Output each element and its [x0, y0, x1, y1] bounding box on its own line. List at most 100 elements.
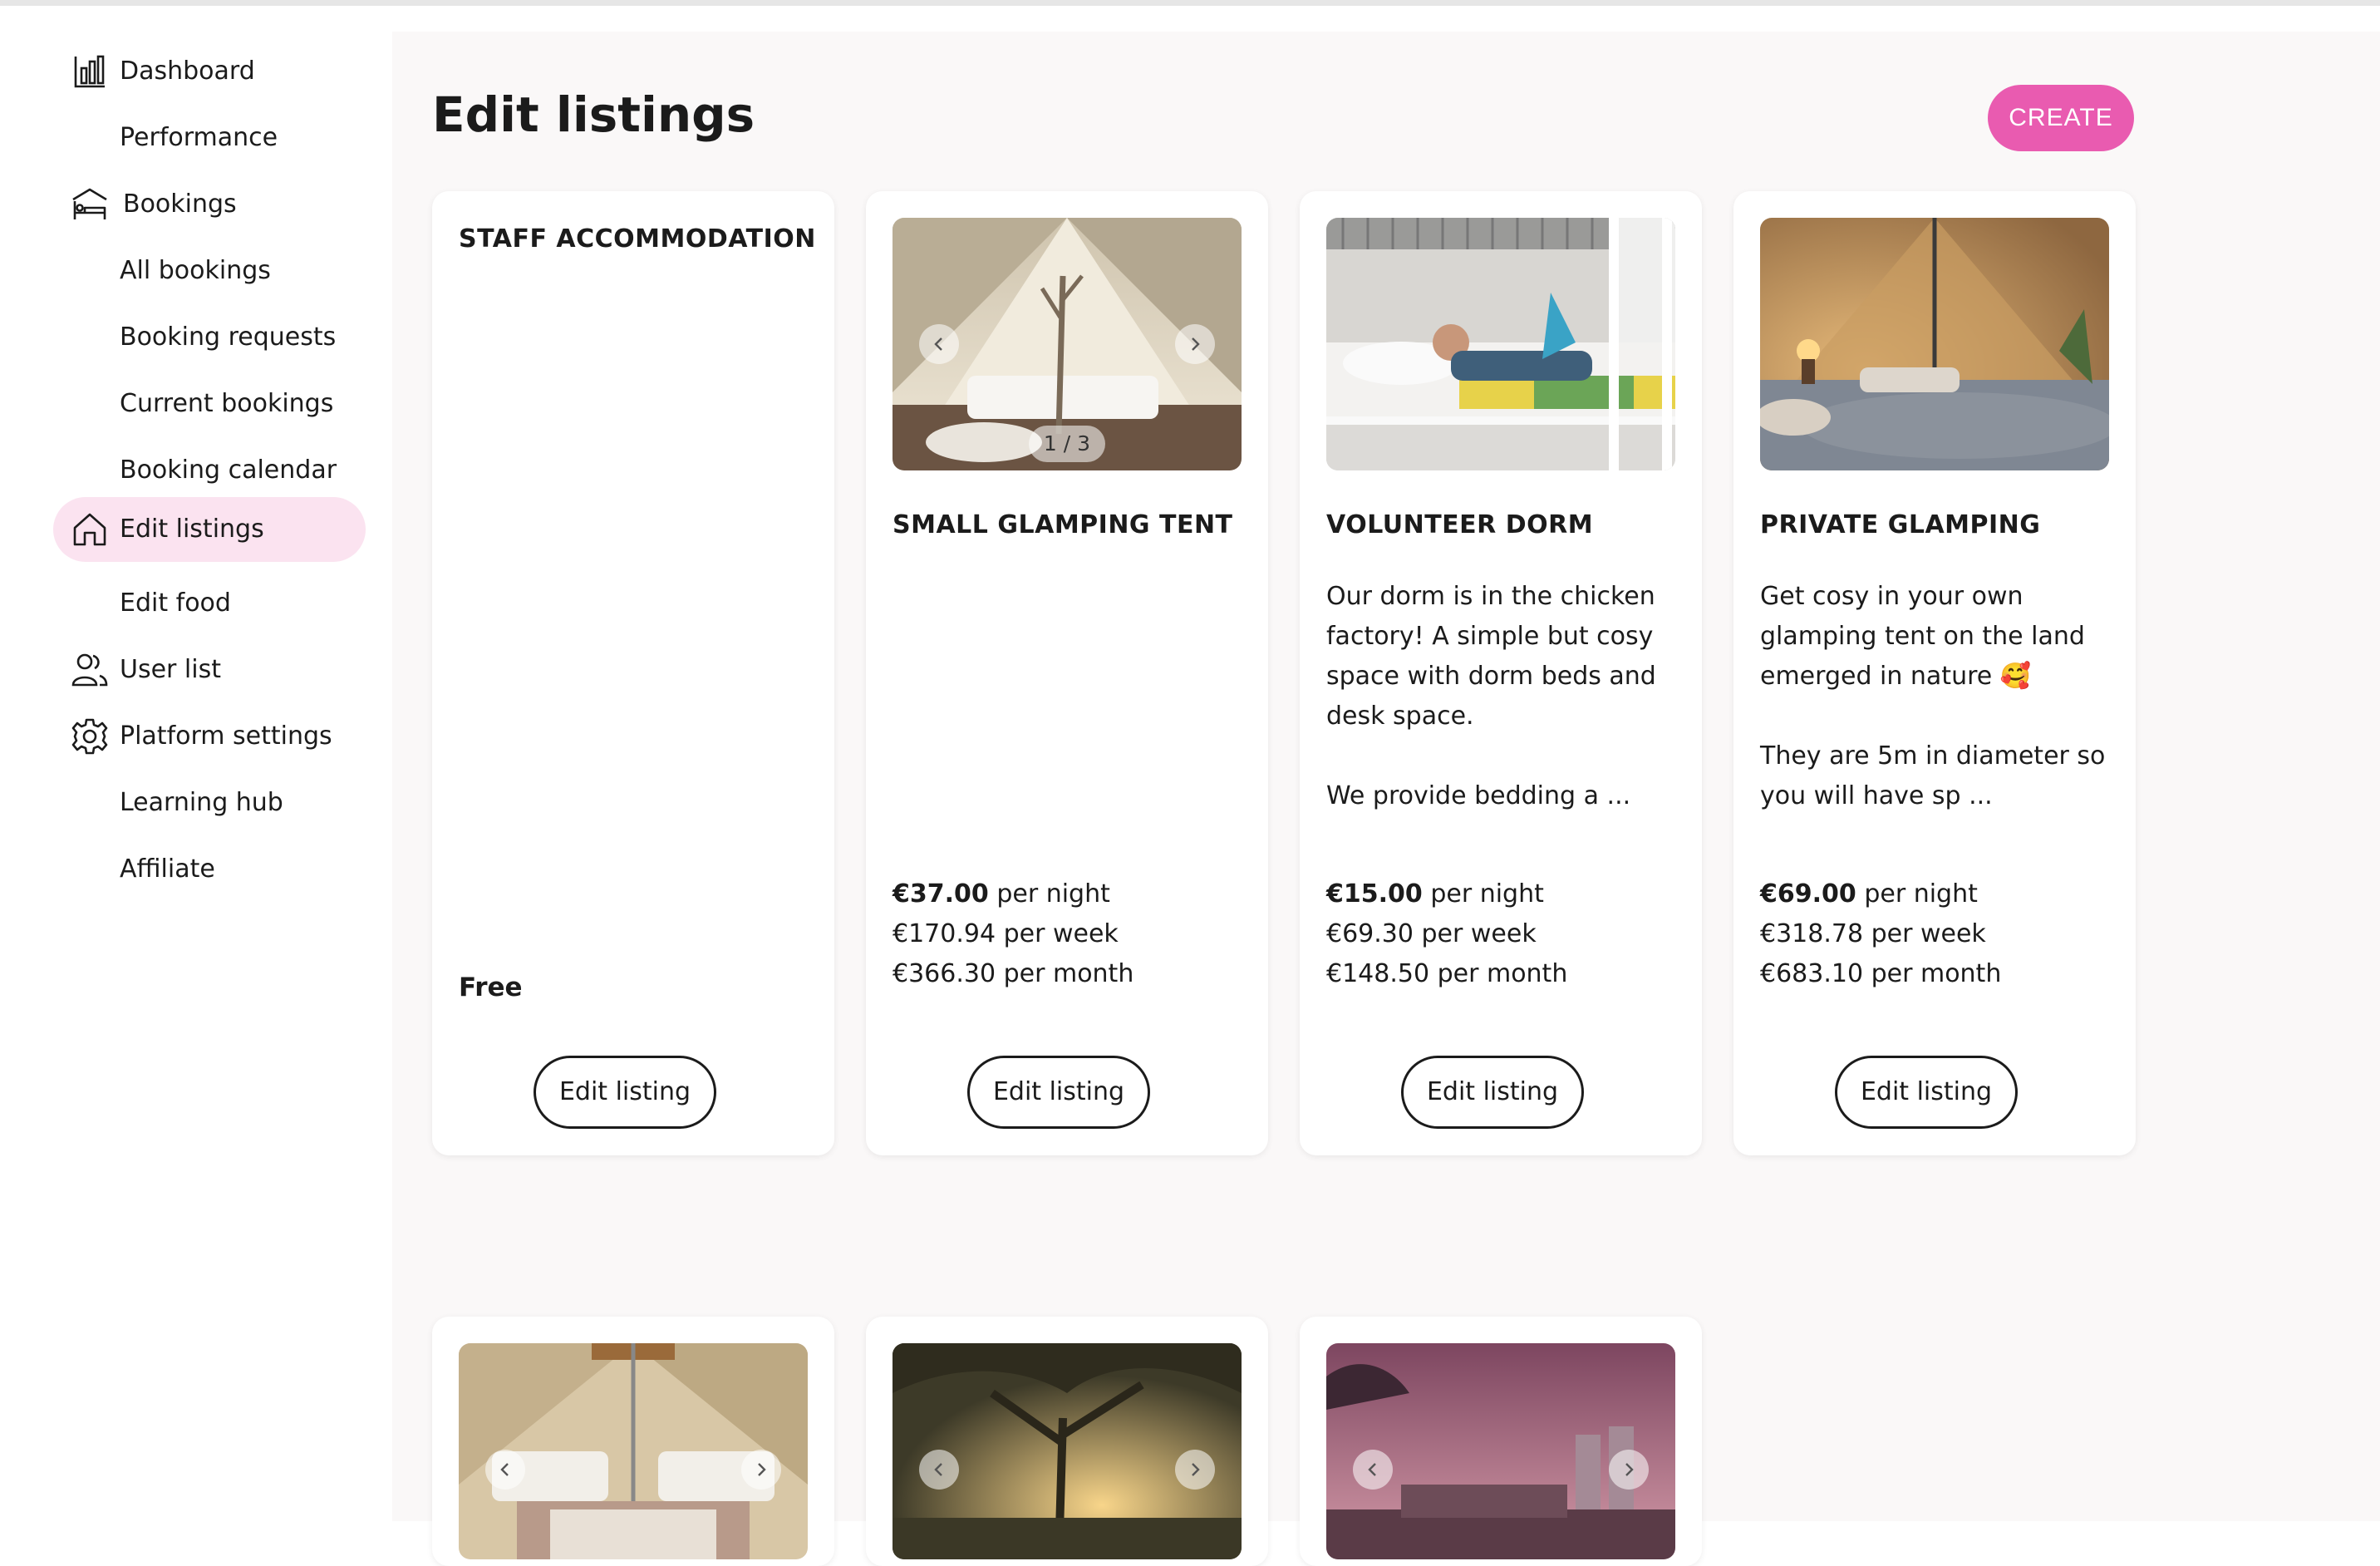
- price-night-value: €37.00: [893, 879, 989, 909]
- photo-prev-button[interactable]: [485, 1450, 525, 1490]
- chevron-right-icon: [758, 1463, 766, 1476]
- description-paragraph: Get cosy in your own glamping tent on th…: [1760, 582, 2085, 691]
- listing-photo: [893, 1343, 1242, 1559]
- listing-title: VOLUNTEER DORM: [1326, 510, 1594, 539]
- users-icon: [71, 653, 108, 687]
- sidebar-item-platform-settings[interactable]: Platform settings: [53, 704, 366, 769]
- sidebar-item-label: Current bookings: [120, 389, 334, 418]
- listing-prices: €37.00 per night €170.94 per week €366.3…: [893, 874, 1133, 994]
- sidebar-item-bookings[interactable]: Bookings: [53, 172, 366, 237]
- photo-next-button[interactable]: [1175, 324, 1215, 364]
- description-paragraph: They are 5m in diameter so you will have…: [1760, 741, 2106, 810]
- listing-card: [432, 1317, 834, 1566]
- price-night-value: €69.00: [1760, 879, 1856, 909]
- price-per-night: €15.00 per night: [1326, 874, 1567, 914]
- chevron-left-icon: [934, 337, 942, 351]
- price-per-month: €683.10 per month: [1760, 959, 2002, 988]
- listing-price: Free: [459, 973, 523, 1002]
- sidebar-item-dashboard[interactable]: Dashboard: [53, 39, 366, 104]
- sidebar-item-label: User list: [120, 655, 221, 684]
- edit-listing-button[interactable]: Edit listing: [534, 1056, 716, 1129]
- gear-icon: [71, 718, 108, 755]
- edit-listing-button[interactable]: Edit listing: [967, 1056, 1150, 1129]
- sidebar-item-performance[interactable]: Performance: [53, 106, 366, 170]
- sidebar: Dashboard Performance Bookings All booki…: [0, 6, 392, 1521]
- dorm-photo: [1326, 218, 1675, 470]
- price-night-value: €15.00: [1326, 879, 1423, 909]
- listing-card: STAFF ACCOMMODATION Free Edit listing: [432, 191, 834, 1155]
- listing-photo: 1 / 3: [893, 218, 1242, 470]
- sidebar-item-label: Bookings: [123, 190, 237, 219]
- sidebar-item-label: Platform settings: [120, 721, 332, 751]
- price-per-night: €69.00 per night: [1760, 874, 2001, 914]
- price-per-month: €366.30 per month: [893, 959, 1134, 988]
- price-per-month: €148.50 per month: [1326, 959, 1568, 988]
- listing-card: [866, 1317, 1268, 1566]
- sidebar-item-all-bookings[interactable]: All bookings: [53, 239, 366, 303]
- sidebar-item-label: Learning hub: [120, 788, 283, 817]
- photo-next-button[interactable]: [741, 1450, 781, 1490]
- photo-prev-button[interactable]: [919, 1450, 959, 1490]
- page-title: Edit listings: [432, 86, 755, 143]
- create-button[interactable]: CREATE: [1988, 85, 2134, 151]
- listing-description: Our dorm is in the chicken factory! A si…: [1326, 577, 1684, 856]
- sidebar-item-label: Edit listings: [120, 515, 264, 544]
- price-per-week: €69.30 per week: [1326, 919, 1537, 948]
- price-night-unit: per night: [1422, 879, 1544, 909]
- window-top-border: [0, 0, 2380, 6]
- listing-title: PRIVATE GLAMPING: [1760, 510, 2041, 539]
- listing-photo: [1760, 218, 2109, 470]
- photo-next-button[interactable]: [1609, 1450, 1649, 1490]
- listing-photo: [459, 1343, 808, 1559]
- photo-prev-button[interactable]: [919, 324, 959, 364]
- sidebar-item-label: Booking calendar: [120, 456, 337, 485]
- listing-description: Get cosy in your own glamping tent on th…: [1760, 577, 2117, 856]
- sidebar-item-affiliate[interactable]: Affiliate: [53, 837, 366, 902]
- chevron-right-icon: [1192, 337, 1200, 351]
- listing-title: STAFF ACCOMMODATION: [459, 224, 816, 254]
- listing-prices: €15.00 per night €69.30 per week €148.50…: [1326, 874, 1567, 994]
- sidebar-item-edit-listings[interactable]: Edit listings: [53, 497, 366, 562]
- price-per-week: €170.94 per week: [893, 919, 1119, 948]
- listing-title: SMALL GLAMPING TENT: [893, 510, 1233, 539]
- description-paragraph: Our dorm is in the chicken factory! A si…: [1326, 582, 1656, 731]
- sidebar-item-label: Edit food: [120, 588, 231, 618]
- sidebar-item-label: Affiliate: [120, 854, 215, 884]
- chevron-left-icon: [1368, 1463, 1376, 1476]
- sidebar-item-learning-hub[interactable]: Learning hub: [53, 771, 366, 835]
- sidebar-item-booking-requests[interactable]: Booking requests: [53, 305, 366, 370]
- listing-photo: [1326, 1343, 1675, 1559]
- sidebar-item-current-bookings[interactable]: Current bookings: [53, 372, 366, 436]
- bar-chart-icon: [74, 55, 105, 88]
- listing-prices: €69.00 per night €318.78 per week €683.1…: [1760, 874, 2001, 994]
- sidebar-item-booking-calendar[interactable]: Booking calendar: [53, 438, 366, 503]
- photo-next-button[interactable]: [1175, 1450, 1215, 1490]
- glamping-photo: [1760, 218, 2109, 470]
- bed-icon: [72, 188, 107, 219]
- price-per-night: €37.00 per night: [893, 874, 1133, 914]
- sidebar-item-label: Dashboard: [120, 57, 255, 86]
- sidebar-item-edit-food[interactable]: Edit food: [53, 571, 366, 636]
- chevron-left-icon: [934, 1463, 942, 1476]
- price-night-unit: per night: [988, 879, 1110, 909]
- listing-card: PRIVATE GLAMPING Get cosy in your own gl…: [1733, 191, 2136, 1155]
- edit-listing-button[interactable]: Edit listing: [1835, 1056, 2018, 1129]
- edit-listing-button[interactable]: Edit listing: [1401, 1056, 1584, 1129]
- photo-counter: 1 / 3: [1029, 426, 1105, 462]
- home-icon: [73, 513, 106, 546]
- photo-prev-button[interactable]: [1353, 1450, 1393, 1490]
- sidebar-item-label: Performance: [120, 123, 278, 152]
- listing-photo: [1326, 218, 1675, 470]
- sidebar-item-label: All bookings: [120, 256, 271, 285]
- chevron-right-icon: [1625, 1463, 1634, 1476]
- chevron-left-icon: [500, 1463, 509, 1476]
- listing-card: 1 / 3 SMALL GLAMPING TENT €37.00 per nig…: [866, 191, 1268, 1155]
- listing-card: VOLUNTEER DORM Our dorm is in the chicke…: [1300, 191, 1702, 1155]
- price-night-unit: per night: [1856, 879, 1978, 909]
- chevron-right-icon: [1192, 1463, 1200, 1476]
- price-per-week: €318.78 per week: [1760, 919, 1986, 948]
- listing-card: [1300, 1317, 1702, 1566]
- sidebar-item-label: Booking requests: [120, 323, 337, 352]
- description-paragraph: We provide bedding a ...: [1326, 781, 1631, 810]
- sidebar-item-user-list[interactable]: User list: [53, 638, 366, 702]
